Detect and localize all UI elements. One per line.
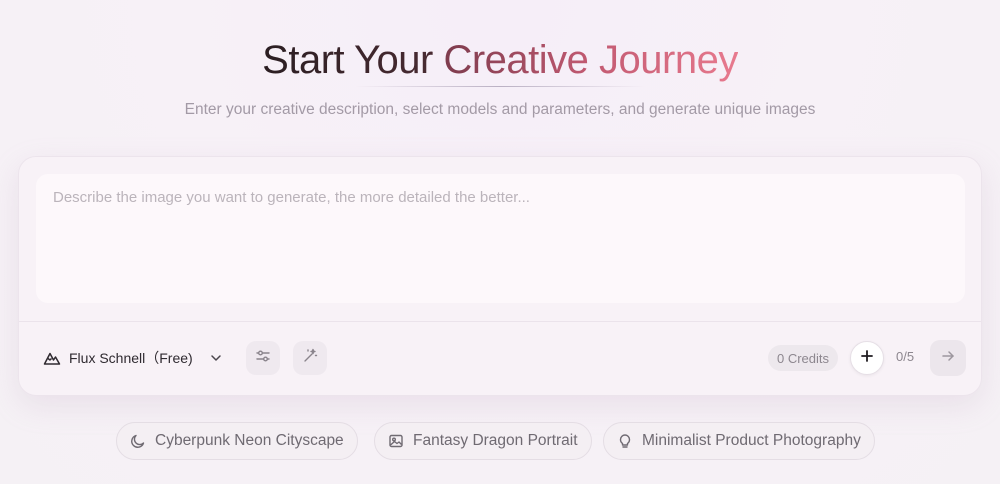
suggestion-chip-cyberpunk[interactable]: Cyberpunk Neon Cityscape — [116, 422, 358, 460]
moon-icon — [130, 433, 146, 449]
prompt-input-wrapper — [36, 174, 965, 303]
suggestion-chip-label: Minimalist Product Photography — [642, 432, 861, 449]
suggestion-chip-label: Cyberpunk Neon Cityscape — [155, 432, 344, 449]
chevron-down-icon — [209, 351, 223, 365]
generate-button[interactable] — [930, 340, 966, 376]
enhance-prompt-button[interactable] — [293, 341, 327, 375]
arrow-right-icon — [940, 348, 956, 369]
sliders-icon — [255, 348, 271, 369]
lightbulb-icon — [617, 433, 633, 449]
image-icon — [388, 433, 404, 449]
suggestion-chip-label: Fantasy Dragon Portrait — [413, 432, 578, 449]
image-count: 0/5 — [896, 349, 915, 364]
page-title-start: Start Your — [262, 38, 444, 82]
credits-badge: 0 Credits — [768, 345, 839, 371]
card-divider — [19, 321, 981, 322]
title-underline — [355, 86, 645, 87]
magic-wand-icon — [302, 348, 318, 369]
mountain-icon — [43, 349, 61, 367]
model-select[interactable]: Flux Schnell（Free) — [43, 340, 223, 376]
model-select-label: Flux Schnell（Free) — [69, 350, 193, 366]
page-title-highlight: Creative Journey — [443, 38, 738, 82]
add-credits-button[interactable] — [850, 341, 884, 375]
prompt-input[interactable] — [36, 174, 965, 303]
page-subtitle: Enter your creative description, select … — [184, 101, 816, 118]
prompt-card: Flux Schnell（Free) — [18, 156, 982, 396]
suggestion-chip-product[interactable]: Minimalist Product Photography — [603, 422, 875, 460]
prompt-toolbar: Flux Schnell（Free) 0 Credits 0/5 — [19, 340, 981, 376]
suggestion-chip-dragon[interactable]: Fantasy Dragon Portrait — [374, 422, 592, 460]
settings-button[interactable] — [246, 341, 280, 375]
page-title: Start Your Creative Journey — [0, 34, 1000, 86]
suggestion-chips: Cyberpunk Neon Cityscape Fantasy Dragon … — [0, 422, 1000, 460]
plus-icon — [860, 349, 874, 368]
